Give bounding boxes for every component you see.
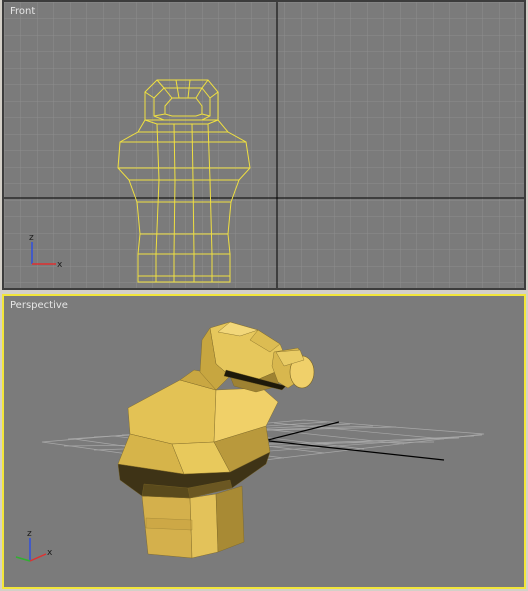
perspective-axis-x-label: x — [47, 548, 53, 558]
front-axis-x-label: x — [57, 260, 63, 270]
front-viewport-label[interactable]: Front — [10, 6, 35, 17]
perspective-viewport-label[interactable]: Perspective — [10, 300, 68, 311]
front-axis-z-label: z — [29, 233, 34, 243]
perspective-grid-axis-x — [268, 440, 445, 461]
perspective-axis-x-line — [29, 553, 47, 562]
front-grid — [4, 2, 524, 288]
perspective-viewport[interactable]: z x Perspective — [2, 294, 526, 589]
perspective-axis-tripod: z x — [15, 529, 53, 562]
perspective-axis-z-label: z — [27, 529, 32, 539]
perspective-viewport-canvas: z x — [15, 321, 485, 562]
perspective-axis-y-line — [15, 556, 31, 562]
front-viewport[interactable]: z x Front — [2, 0, 526, 290]
front-viewport-canvas: z x — [4, 2, 524, 288]
